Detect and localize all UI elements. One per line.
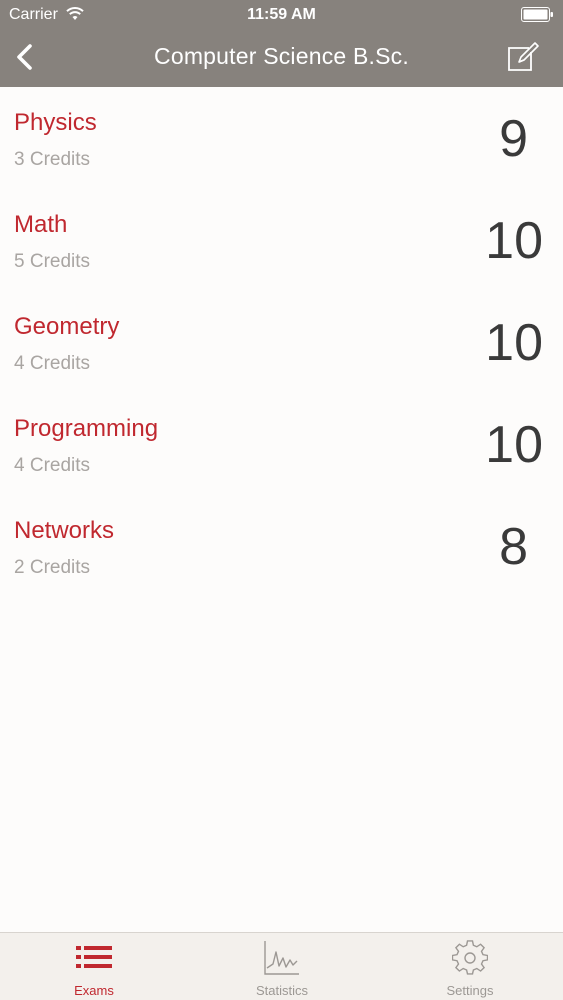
chart-icon	[264, 941, 299, 975]
course-name: Math	[14, 211, 68, 238]
battery-icon	[521, 7, 553, 22]
course-grade: 10	[485, 212, 543, 270]
course-name: Networks	[14, 517, 115, 544]
list-item[interactable]: Programming 4 Credits 10	[0, 393, 563, 495]
tab-bar: Exams Statistics Settings	[0, 932, 563, 1000]
list-item[interactable]: Networks 2 Credits 8	[0, 495, 563, 597]
course-credits: 4 Credits	[14, 455, 91, 476]
list-icon	[76, 946, 112, 968]
course-list: Physics 3 Credits 9 Math 5 Credits 10 Ge…	[0, 87, 563, 597]
page-title: Computer Science B.Sc.	[154, 43, 409, 69]
tab-exams[interactable]: Exams	[0, 933, 188, 1000]
course-credits: 3 Credits	[14, 149, 91, 170]
course-grade: 8	[499, 518, 528, 576]
course-credits: 4 Credits	[14, 353, 91, 374]
list-item[interactable]: Physics 3 Credits 9	[0, 87, 563, 189]
course-grade: 10	[485, 314, 543, 372]
status-time: 11:59 AM	[247, 6, 316, 23]
list-item[interactable]: Math 5 Credits 10	[0, 189, 563, 291]
gear-icon	[452, 940, 488, 975]
tab-label: Exams	[74, 983, 114, 998]
list-item[interactable]: Geometry 4 Credits 10	[0, 291, 563, 393]
course-credits: 2 Credits	[14, 557, 91, 578]
course-grade: 9	[499, 110, 528, 168]
course-grade: 10	[485, 416, 543, 474]
tab-label: Statistics	[255, 983, 308, 998]
navigation-bar: Carrier 11:59 AM Computer Science B.Sc.	[0, 0, 563, 87]
course-name: Programming	[14, 415, 159, 442]
course-credits: 5 Credits	[14, 251, 91, 272]
tab-label: Settings	[446, 983, 494, 998]
course-name: Physics	[14, 109, 97, 136]
tab-settings[interactable]: Settings	[376, 933, 563, 1000]
tab-statistics[interactable]: Statistics	[188, 933, 376, 1000]
status-bar: Carrier 11:59 AM	[0, 0, 563, 30]
edit-button[interactable]	[505, 40, 539, 74]
course-name: Geometry	[14, 313, 120, 340]
compose-icon	[508, 42, 539, 71]
